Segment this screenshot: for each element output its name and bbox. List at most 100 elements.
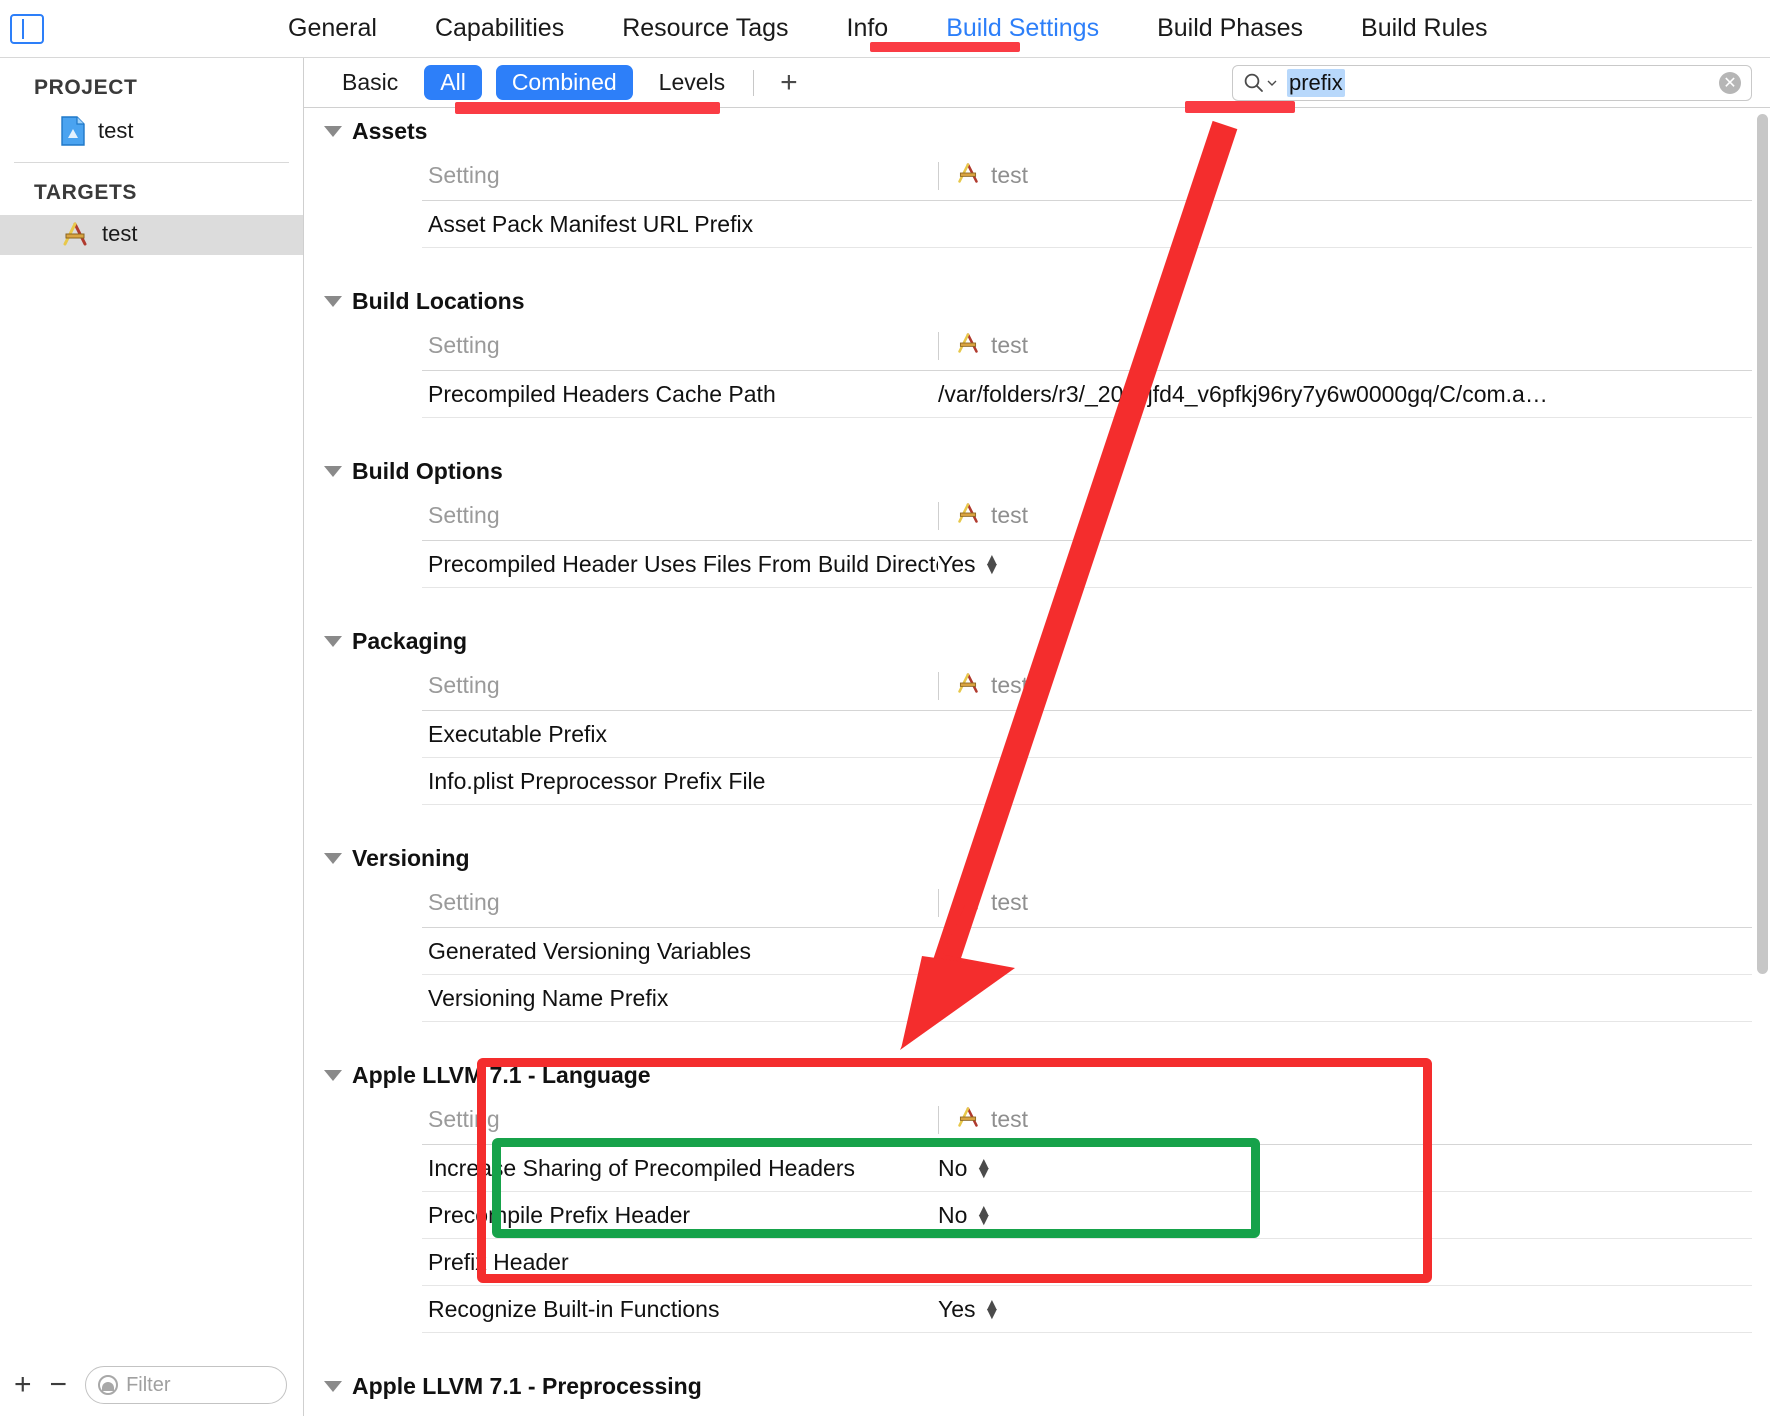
left-panel-toggle-icon[interactable] xyxy=(10,13,44,44)
group-header[interactable]: Apple LLVM 7.1 - Preprocessing xyxy=(304,1363,1770,1406)
column-header-target-label: test xyxy=(991,672,1029,698)
add-target-button[interactable]: + xyxy=(14,1370,32,1400)
setting-value[interactable]: No ▲ ▼ xyxy=(938,1202,1752,1229)
setting-row[interactable]: Generated Versioning Variables xyxy=(422,928,1752,975)
disclosure-triangle-icon[interactable] xyxy=(324,636,342,647)
column-divider xyxy=(938,501,939,530)
disclosure-triangle-icon[interactable] xyxy=(324,853,342,864)
remove-target-button[interactable]: − xyxy=(50,1370,68,1400)
group-title-label: Assets xyxy=(352,118,428,144)
settings-group: Assets Setting test Asset Pack Manifest URL… xyxy=(304,108,1770,278)
group-header[interactable]: Assets xyxy=(304,108,1770,151)
setting-row[interactable]: Increase Sharing of Precompiled Headers N… xyxy=(422,1145,1752,1192)
group-title-label: Build Locations xyxy=(352,288,525,314)
setting-row[interactable]: Precompiled Headers Cache Path/var/folde… xyxy=(422,371,1752,418)
disclosure-triangle-icon[interactable] xyxy=(324,1070,342,1081)
disclosure-triangle-icon[interactable] xyxy=(324,1381,342,1392)
settings-group: Apple LLVM 7.1 - Preprocessing Settingtes… xyxy=(304,1363,1770,1416)
tab-bar: General Capabilities Resource Tags Info Buil… xyxy=(0,0,1770,58)
setting-row[interactable]: Recognize Built-in Functions Yes ▲ ▼ xyxy=(422,1286,1752,1333)
tab-capabilities[interactable]: Capabilities xyxy=(406,14,593,43)
setting-row[interactable]: Precompile Prefix Header No ▲ ▼ xyxy=(422,1192,1752,1239)
setting-value[interactable]: No ▲ ▼ xyxy=(938,1155,1752,1182)
group-header[interactable]: Versioning xyxy=(304,835,1770,878)
navigator-sidebar: PROJECT test TARGETS test + − Filter xyxy=(0,58,304,1416)
column-header-target: test xyxy=(938,161,1752,190)
scope-filter-bar: Basic All Combined Levels + prefix ✕ xyxy=(304,58,1770,108)
settings-rows: Setting test Precompiled Headers Cache Pat… xyxy=(422,321,1752,418)
setting-value[interactable]: Yes ▲ ▼ xyxy=(938,1296,1752,1323)
column-header-target: test xyxy=(938,331,1752,360)
disclosure-triangle-icon[interactable] xyxy=(324,296,342,307)
settings-column-header: Settingtest xyxy=(422,321,1752,371)
value-stepper[interactable]: ▲ ▼ xyxy=(984,551,1001,578)
setting-name: Increase Sharing of Precompiled Headers xyxy=(428,1154,856,1181)
search-field[interactable]: prefix ✕ xyxy=(1232,64,1752,101)
setting-name: Asset Pack Manifest URL Prefix xyxy=(428,210,754,237)
tab-build-rules[interactable]: Build Rules xyxy=(1332,14,1516,43)
target-app-icon xyxy=(955,332,981,360)
settings-rows: SettingtestPreprocessor Macros Not Used … xyxy=(422,1406,1752,1416)
disclosure-triangle-icon[interactable] xyxy=(324,466,342,477)
main-split: PROJECT test TARGETS test + − Filter Bas… xyxy=(0,58,1770,1416)
tab-build-phases[interactable]: Build Phases xyxy=(1128,14,1332,43)
value-stepper[interactable]: ▲ ▼ xyxy=(984,1296,1001,1323)
settings-list[interactable]: Assets Setting test Asset Pack Manifest URL… xyxy=(304,108,1770,1416)
sidebar-item-label: test xyxy=(98,118,134,143)
scope-segment-all[interactable]: All xyxy=(424,65,482,100)
scope-segment-basic[interactable]: Basic xyxy=(326,65,414,100)
search-input-value[interactable]: prefix xyxy=(1287,68,1345,97)
settings-column-header: Settingtest xyxy=(422,1406,1752,1416)
disclosure-triangle-icon[interactable] xyxy=(324,126,342,137)
value-stepper[interactable]: ▲ ▼ xyxy=(975,1202,992,1229)
sidebar-filter-input[interactable]: Filter xyxy=(85,1366,287,1404)
target-app-icon xyxy=(955,672,981,700)
settings-rows: Setting test Precompiled Header Uses Files… xyxy=(422,491,1752,588)
settings-column-header: Settingtest xyxy=(422,878,1752,928)
setting-row[interactable]: Info.plist Preprocessor Prefix File xyxy=(422,758,1752,805)
setting-name: Precompiled Header Uses Files From Build… xyxy=(428,550,938,577)
sidebar-item-project-test[interactable]: test xyxy=(0,110,303,154)
targets-section-header: TARGETS xyxy=(34,181,137,204)
settings-group: Versioning Setting test Generated Versionin… xyxy=(304,835,1770,1052)
filter-icon xyxy=(98,1375,119,1395)
column-header-target-label: test xyxy=(991,162,1029,188)
scope-segment-combined[interactable]: Combined xyxy=(495,65,633,100)
setting-row[interactable]: Prefix Header xyxy=(422,1239,1752,1286)
setting-name: Prefix Header xyxy=(428,1248,569,1275)
tab-info[interactable]: Info xyxy=(818,14,918,43)
vertical-scrollbar[interactable] xyxy=(1757,114,1768,974)
filter-placeholder: Filter xyxy=(126,1373,171,1396)
group-header[interactable]: Build Locations xyxy=(304,278,1770,321)
tab-build-settings[interactable]: Build Settings xyxy=(917,14,1128,43)
setting-row[interactable]: Versioning Name Prefix xyxy=(422,975,1752,1022)
setting-value[interactable]: Yes ▲ ▼ xyxy=(938,551,1752,578)
group-header[interactable]: Apple LLVM 7.1 - Language xyxy=(304,1052,1770,1095)
search-icon[interactable] xyxy=(1243,72,1277,94)
setting-name: Generated Versioning Variables xyxy=(428,937,752,964)
group-header[interactable]: Packaging xyxy=(304,618,1770,661)
add-setting-button[interactable]: + xyxy=(766,67,812,98)
tab-general[interactable]: General xyxy=(259,14,406,43)
setting-row[interactable]: Executable Prefix xyxy=(422,711,1752,758)
setting-value[interactable]: /var/folders/r3/_20nsjfd4_v6pfkj96ry7y6w… xyxy=(938,381,1752,408)
settings-group: Build Options Setting test Precompiled Head… xyxy=(304,448,1770,618)
column-header-target-label: test xyxy=(991,1106,1029,1132)
value-stepper[interactable]: ▲ ▼ xyxy=(975,1155,992,1182)
group-title-label: Apple LLVM 7.1 - Language xyxy=(352,1062,651,1088)
setting-value-text: No xyxy=(938,1154,968,1181)
tab-resource-tags[interactable]: Resource Tags xyxy=(593,14,817,43)
settings-column-header: Settingtest xyxy=(422,661,1752,711)
setting-value-text: Yes xyxy=(938,1295,976,1322)
clear-icon[interactable]: ✕ xyxy=(1719,71,1741,94)
settings-column-header: Settingtest xyxy=(422,1095,1752,1145)
scope-segment-levels[interactable]: Levels xyxy=(643,65,741,100)
setting-name: Executable Prefix xyxy=(428,720,607,747)
column-header-setting: Setting xyxy=(428,162,500,188)
setting-row[interactable]: Precompiled Header Uses Files From Build… xyxy=(422,541,1752,588)
setting-row[interactable]: Asset Pack Manifest URL Prefix xyxy=(422,201,1752,248)
sidebar-item-target-test[interactable]: test xyxy=(0,215,303,255)
group-header[interactable]: Build Options xyxy=(304,448,1770,491)
build-settings-pane: Basic All Combined Levels + prefix ✕ Assets… xyxy=(304,58,1770,1416)
